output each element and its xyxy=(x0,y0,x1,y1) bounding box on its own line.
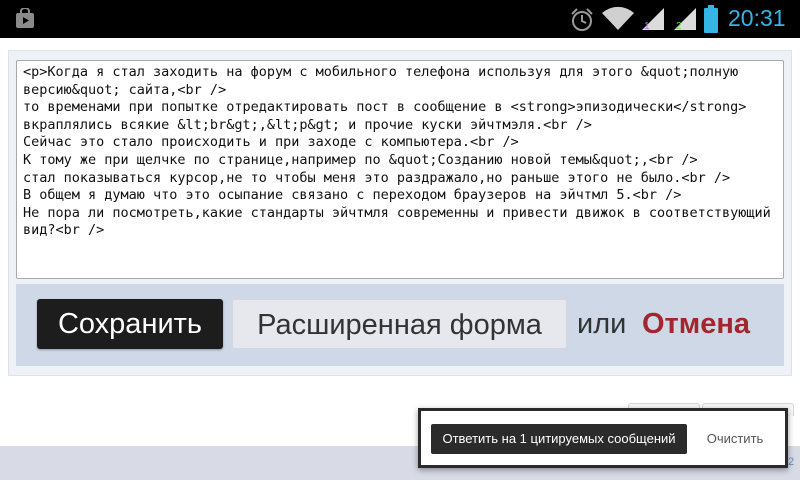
advanced-form-button[interactable]: Расширенная форма xyxy=(232,299,567,349)
status-bar: 1 2 20:31 xyxy=(0,0,800,38)
battery-icon xyxy=(704,5,718,33)
multiquote-popup: Ответить на 1 цитируемых сообщений Очист… xyxy=(418,408,788,468)
svg-text:2: 2 xyxy=(676,21,682,32)
message-editor[interactable]: <p>Когда я стал заходить на форум с моби… xyxy=(16,60,784,279)
reply-quoted-button[interactable]: Ответить на 1 цитируемых сообщений xyxy=(431,424,687,454)
partial-page-number: 2 xyxy=(788,456,795,468)
svg-text:1: 1 xyxy=(644,21,650,32)
play-store-icon xyxy=(16,8,34,28)
wifi-icon xyxy=(602,6,634,30)
alarm-icon xyxy=(571,8,593,31)
clear-quotes-button[interactable]: Очистить xyxy=(697,424,773,454)
signal-icon: 2 xyxy=(674,8,696,32)
signal-icon: 1 xyxy=(642,8,664,32)
or-label: или xyxy=(577,308,627,340)
action-bar: Сохранить Расширенная форма или Отмена xyxy=(16,284,784,366)
cancel-link[interactable]: Отмена xyxy=(642,299,750,349)
clock: 20:31 xyxy=(728,5,786,31)
save-button[interactable]: Сохранить xyxy=(37,299,223,349)
